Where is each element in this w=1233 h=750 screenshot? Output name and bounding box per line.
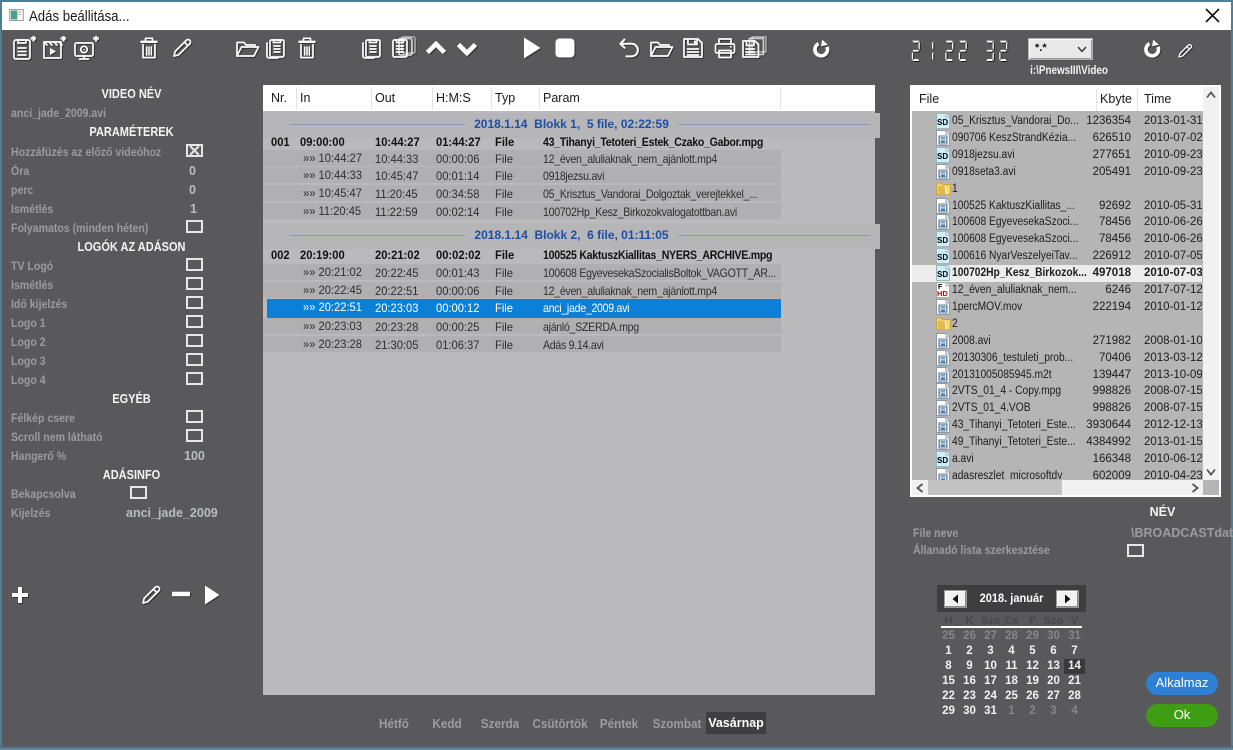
svg-text:SD: SD: [937, 456, 948, 465]
svg-text:SD: SD: [937, 270, 948, 279]
svg-text:SD: SD: [937, 236, 948, 245]
svg-text:SD: SD: [937, 152, 948, 161]
svg-text:SD: SD: [937, 253, 948, 262]
svg-text:HD: HD: [937, 289, 948, 298]
svg-text:SD: SD: [937, 118, 948, 127]
